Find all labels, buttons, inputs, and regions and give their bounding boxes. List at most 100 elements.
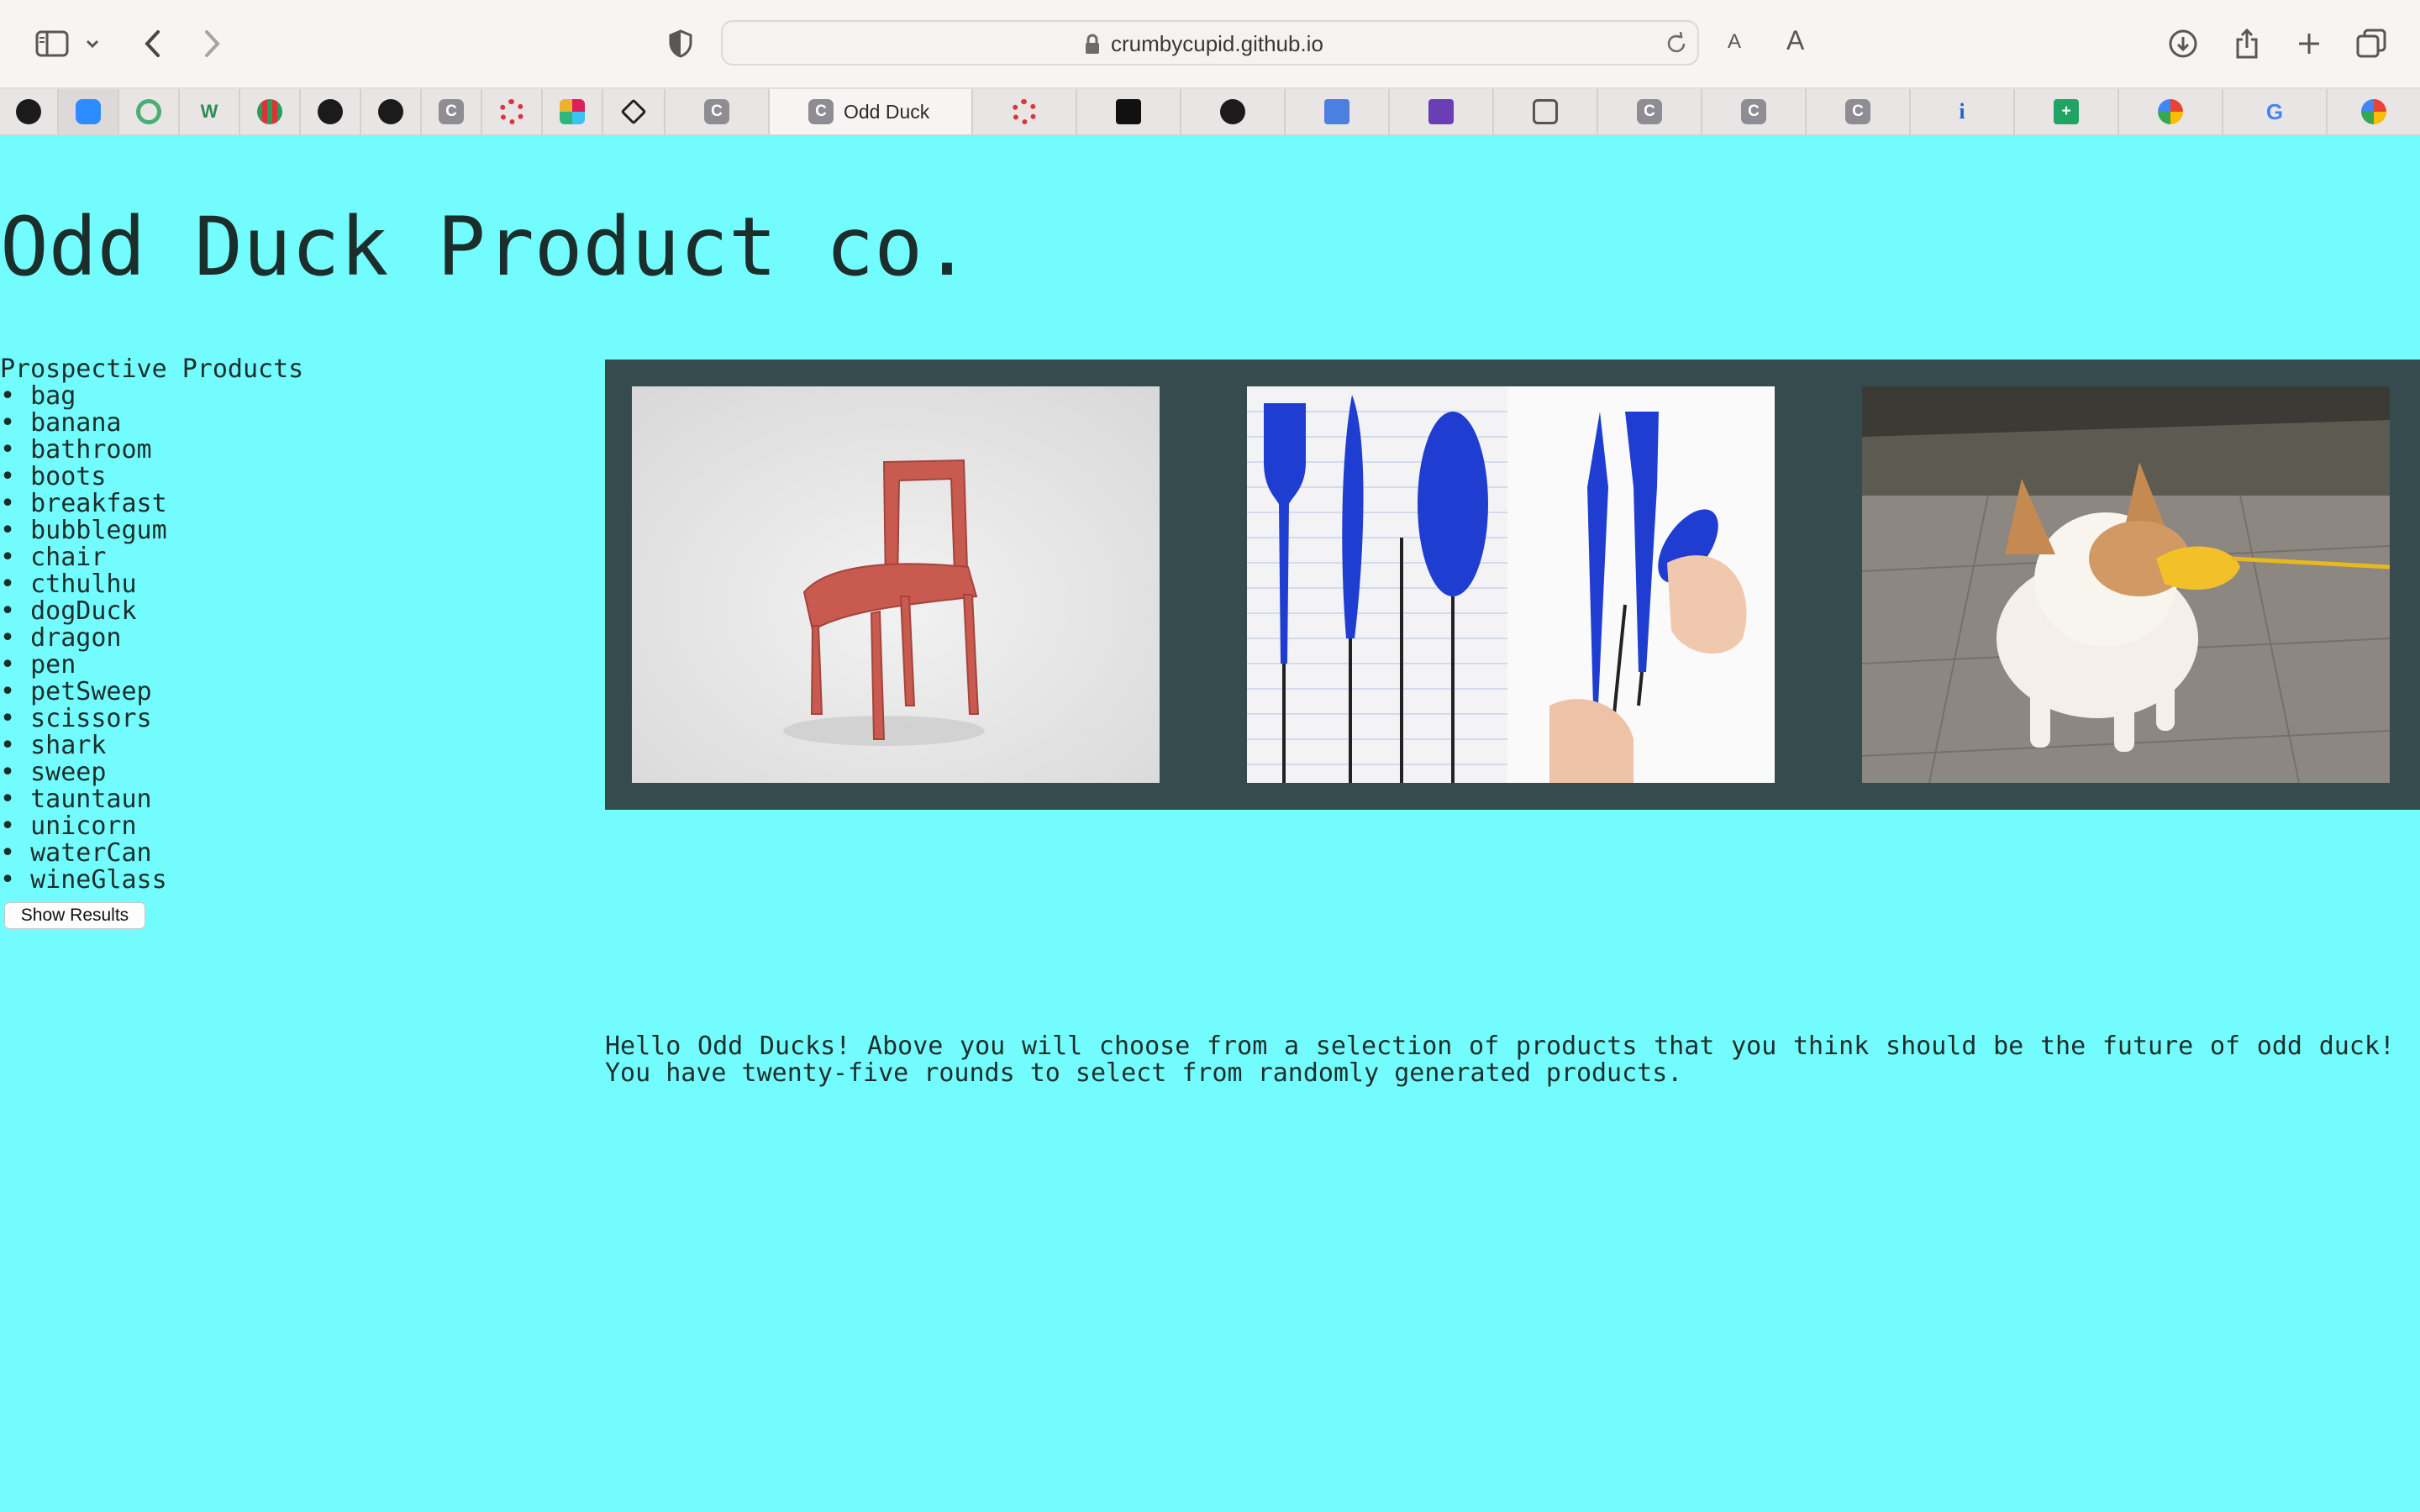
tab-ring[interactable] [119, 89, 180, 134]
bullet-icon: • [0, 838, 31, 868]
tab-zoom[interactable] [59, 89, 119, 134]
increase-font-button[interactable]: A [1786, 25, 1804, 56]
bullet-icon: • [0, 731, 31, 760]
github-icon [16, 99, 41, 124]
tab-diamond[interactable] [603, 89, 666, 134]
tab-c[interactable]: C [1702, 89, 1807, 134]
product-name: bubblegum [30, 516, 167, 545]
sheet-icon: + [2054, 99, 2079, 124]
bullet-icon: • [0, 489, 31, 518]
tab-github[interactable] [361, 89, 422, 134]
product-name: waterCan [30, 838, 152, 868]
product-image-pen[interactable] [1247, 386, 1775, 783]
product-name: shark [30, 731, 107, 760]
product-image-panel [605, 360, 2420, 810]
reload-icon[interactable] [1664, 31, 1689, 56]
page-title: Odd Duck Product co. [0, 200, 971, 294]
list-item: • waterCan [0, 840, 303, 867]
form-icon [1428, 99, 1454, 124]
tab-form[interactable] [1390, 89, 1494, 134]
tab-medium[interactable] [1077, 89, 1181, 134]
github-icon [318, 99, 343, 124]
github-icon [1220, 99, 1245, 124]
product-name: boots [30, 462, 107, 491]
shield-icon[interactable] [659, 22, 702, 66]
tab-github[interactable] [1181, 89, 1286, 134]
product-image-dogduck[interactable] [1862, 386, 2390, 783]
tab-stripe[interactable] [240, 89, 301, 134]
list-item: • petSweep [0, 679, 303, 706]
chevron-down-icon[interactable] [76, 22, 109, 66]
browser-toolbar: crumbycupid.github.io A A [0, 0, 2420, 89]
tab-odd-duck[interactable]: C Odd Duck [770, 89, 973, 134]
product-name: banana [30, 408, 122, 438]
bullet-icon: • [0, 704, 31, 733]
address-bar[interactable]: crumbycupid.github.io [721, 20, 1699, 66]
tab-overview-icon[interactable] [2349, 22, 2393, 66]
c-icon: C [1741, 99, 1766, 124]
ring-icon [136, 99, 161, 124]
tab-c[interactable]: C [422, 89, 482, 134]
new-tab-icon[interactable] [2287, 22, 2331, 66]
c-icon: C [704, 99, 729, 124]
sidebar-heading: Prospective Products [0, 354, 304, 384]
tab-pinwheel[interactable] [2119, 89, 2223, 134]
stripe-icon [257, 99, 282, 124]
tab-doc[interactable] [1286, 89, 1390, 134]
sidebar-toggle-icon[interactable] [30, 22, 74, 66]
tab-wheel[interactable] [482, 89, 543, 134]
c-icon: C [1637, 99, 1662, 124]
wheel-icon [499, 99, 524, 124]
tab-camera[interactable] [1494, 89, 1598, 134]
forward-icon[interactable] [190, 22, 234, 66]
list-item: • dragon [0, 625, 303, 652]
bullet-icon: • [0, 381, 31, 411]
tab-google[interactable]: G [2223, 89, 2328, 134]
tab-wheel[interactable] [973, 89, 1077, 134]
bullet-icon: • [0, 758, 31, 787]
bullet-icon: • [0, 435, 31, 465]
list-item: • chair [0, 544, 303, 571]
zoom-icon [76, 99, 101, 124]
download-icon[interactable] [2161, 22, 2205, 66]
tab-c[interactable]: C [666, 89, 770, 134]
url-text: crumbycupid.github.io [1111, 31, 1323, 56]
tab-c[interactable]: C [1807, 89, 1911, 134]
tab-c[interactable]: C [1598, 89, 1702, 134]
product-image-chair[interactable] [632, 386, 1160, 783]
medium-icon [1116, 99, 1141, 124]
decrease-font-button[interactable]: A [1728, 30, 1741, 54]
info-icon: i [1959, 99, 1965, 123]
tab-pinwheel[interactable] [2328, 89, 2420, 134]
tab-strip: W C C C Odd Duck C C C i + G [0, 89, 2420, 136]
product-name: cthulhu [30, 570, 137, 599]
product-name: bathroom [30, 435, 152, 465]
product-name: wineGlass [30, 865, 167, 895]
bullet-icon: • [0, 811, 31, 841]
tab-info[interactable]: i [1911, 89, 2015, 134]
share-icon[interactable] [2225, 22, 2269, 66]
list-item: • cthulhu [0, 571, 303, 598]
tab-github[interactable] [301, 89, 361, 134]
list-item: • sweep [0, 759, 303, 786]
back-icon[interactable] [131, 22, 175, 66]
lock-icon [1086, 34, 1099, 54]
google-icon: G [2265, 98, 2284, 124]
bullet-icon: • [0, 677, 31, 706]
list-item: • banana [0, 410, 303, 437]
show-results-button[interactable]: Show Results [4, 902, 145, 929]
tab-sheet[interactable]: + [2015, 89, 2119, 134]
list-item: • tauntaun [0, 786, 303, 813]
tab-slack[interactable] [543, 89, 603, 134]
github-icon [378, 99, 403, 124]
c-icon: C [1845, 99, 1870, 124]
tab-github[interactable] [0, 89, 59, 134]
bullet-icon: • [0, 570, 31, 599]
bullet-icon: • [0, 596, 31, 626]
slack-icon [560, 99, 585, 124]
tab-w3[interactable]: W [180, 89, 240, 134]
pinwheel-icon [2361, 99, 2386, 124]
product-name: pen [30, 650, 76, 680]
pinwheel-icon [2158, 99, 2183, 124]
bullet-icon: • [0, 462, 31, 491]
